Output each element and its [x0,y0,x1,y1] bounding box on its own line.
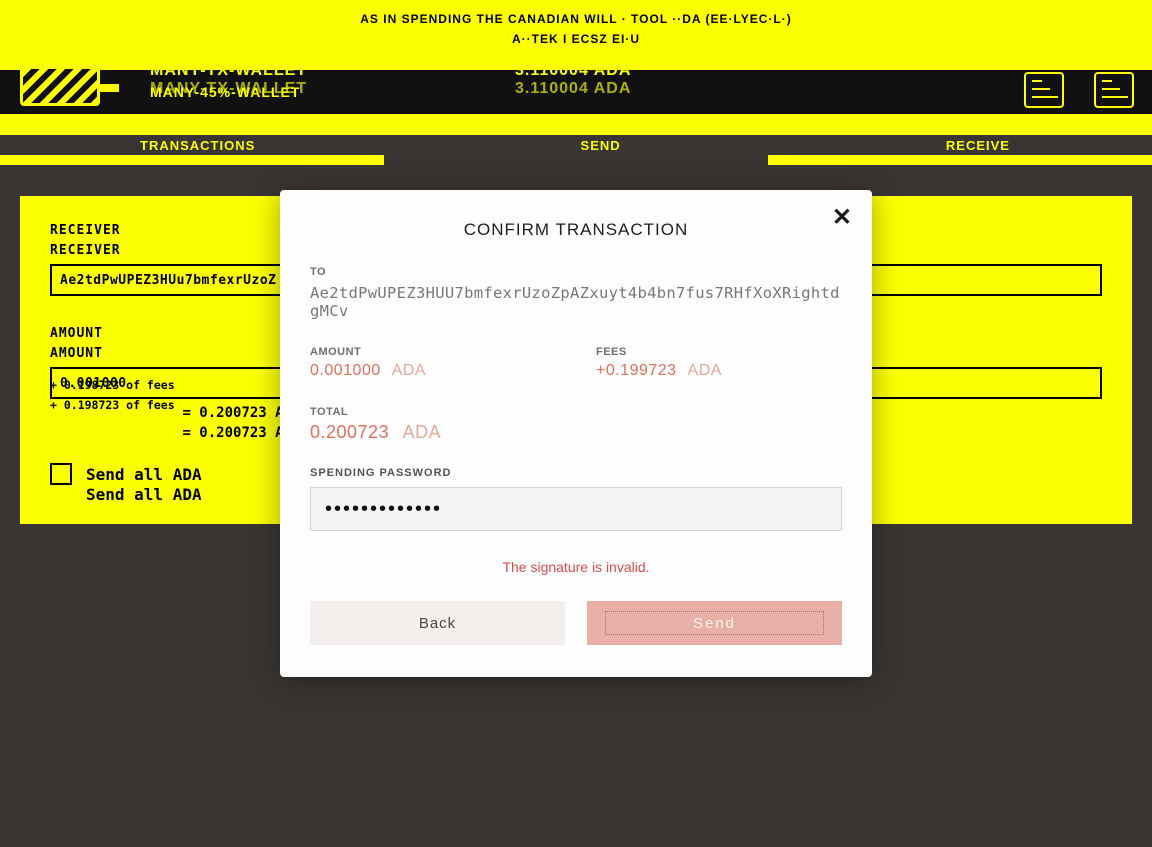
modal-fees-unit: ADA [688,362,722,379]
modal-total-label: TOTAL [310,406,842,418]
modal-overlay: CONFIRM TRANSACTION ✕ TO Ae2tdPwUPEZ3HUU… [0,0,1152,847]
confirm-transaction-dialog: CONFIRM TRANSACTION ✕ TO Ae2tdPwUPEZ3HUU… [280,190,872,677]
error-message: The signature is invalid. [310,559,842,575]
modal-amount-label: AMOUNT [310,346,556,358]
modal-amount-unit: ADA [392,362,426,379]
to-address: Ae2tdPwUPEZ3HUU7bmfexrUzoZpAZxuyt4b4bn7f… [310,284,842,320]
close-icon[interactable]: ✕ [832,206,852,230]
modal-fees-value: 0.199723 [596,362,677,379]
modal-fees-label: FEES [596,346,842,358]
modal-total-value: 0.200723 [310,422,389,442]
back-button[interactable]: Back [310,601,565,645]
send-button-label: Send [605,611,824,635]
modal-title: CONFIRM TRANSACTION [310,220,842,240]
spending-password-input[interactable] [310,487,842,531]
modal-amount-value: 0.001000 [310,362,381,379]
send-button[interactable]: Send [587,601,842,645]
to-label: TO [310,266,842,278]
password-label: SPENDING PASSWORD [310,467,842,479]
modal-total-unit: ADA [403,422,442,442]
